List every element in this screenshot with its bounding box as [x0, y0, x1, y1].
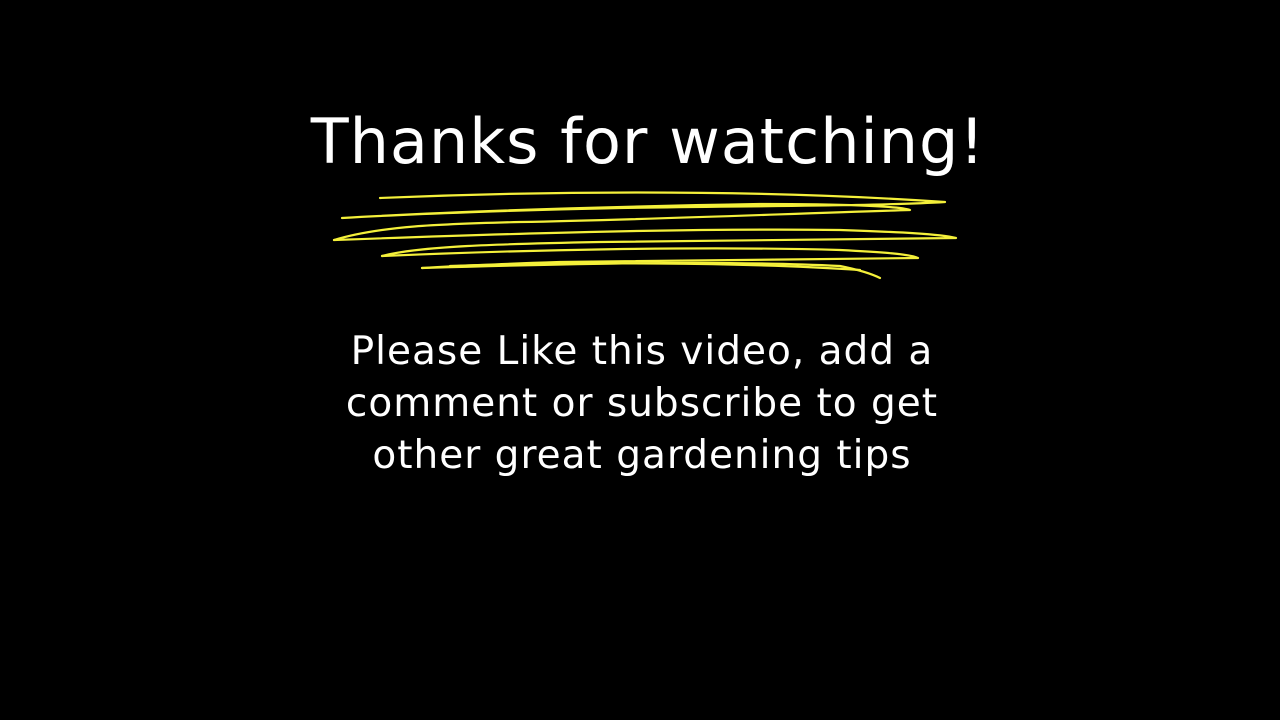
highlight-scribble: [332, 191, 958, 280]
message-line: other great gardening tips: [372, 433, 912, 478]
thanks-title: Thanks for watching!: [310, 105, 986, 178]
message-line: comment or subscribe to get: [345, 381, 939, 426]
call-to-action-text: Please Like this video, add a comment or…: [0, 326, 1280, 482]
message-line: Please Like this video, add a: [350, 329, 934, 374]
end-card: Thanks for watching! Please Like this vi…: [0, 0, 1280, 720]
